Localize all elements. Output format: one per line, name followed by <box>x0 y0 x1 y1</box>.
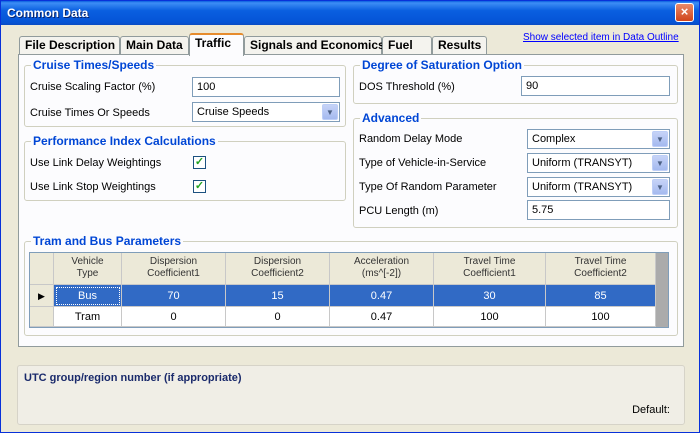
table-cell[interactable]: 15 <box>226 285 330 307</box>
tab-fuel[interactable]: Fuel <box>382 36 432 55</box>
link-stop-label: Use Link Stop Weightings <box>30 181 156 193</box>
dos-option-title: Degree of Saturation Option <box>360 58 525 72</box>
cruise-times-title: Cruise Times/Speeds <box>31 58 157 72</box>
table-cell[interactable]: 85 <box>546 285 656 307</box>
table-cell[interactable]: 100 <box>434 307 546 327</box>
tram-bus-table: Vehicle Type Dispersion Coefficient1 Dispe… <box>29 252 669 328</box>
vehicle-in-service-select[interactable]: Uniform (TRANSYT) ▼ <box>527 153 670 173</box>
advanced-title: Advanced <box>360 111 422 125</box>
row-header-corner <box>30 253 54 285</box>
table-cell[interactable]: 0.47 <box>330 307 434 327</box>
column-header-acceleration[interactable]: Acceleration (ms^[-2]) <box>330 253 434 285</box>
link-delay-label: Use Link Delay Weightings <box>30 157 162 169</box>
window-title: Common Data <box>7 6 89 20</box>
chevron-down-icon[interactable]: ▼ <box>322 104 338 120</box>
check-icon: ✓ <box>194 156 205 168</box>
common-data-window: Common Data × File Description Main Data… <box>0 0 700 433</box>
title-bar[interactable]: Common Data × <box>1 1 699 25</box>
cruise-scaling-label: Cruise Scaling Factor (%) <box>30 81 156 93</box>
link-stop-checkbox[interactable]: ✓ <box>193 180 206 193</box>
dos-threshold-label: DOS Threshold (%) <box>359 81 455 93</box>
column-header-dispersion-coefficient1[interactable]: Dispersion Coefficient1 <box>122 253 226 285</box>
table-cell[interactable]: Tram <box>54 307 122 327</box>
cruise-mode-value: Cruise Speeds <box>197 106 270 118</box>
table-cell[interactable]: 100 <box>546 307 656 327</box>
table-cell[interactable]: 0 <box>226 307 330 327</box>
table-cell[interactable]: 0.47 <box>330 285 434 307</box>
performance-index-title: Performance Index Calculations <box>31 134 218 148</box>
cruise-mode-label: Cruise Times Or Speeds <box>30 107 150 119</box>
chevron-down-icon[interactable]: ▼ <box>652 131 668 147</box>
table-cell[interactable]: 70 <box>122 285 226 307</box>
random-delay-label: Random Delay Mode <box>359 133 463 145</box>
pcu-length-label: PCU Length (m) <box>359 205 439 217</box>
random-parameter-label: Type Of Random Parameter <box>359 181 497 193</box>
column-header-travel-time-coefficient1[interactable]: Travel Time Coefficient1 <box>434 253 546 285</box>
close-icon: × <box>680 4 689 19</box>
vehicle-in-service-label: Type of Vehicle-in-Service <box>359 157 487 169</box>
column-header-vehicle-type[interactable]: Vehicle Type <box>54 253 122 285</box>
random-delay-value: Complex <box>532 133 576 145</box>
pcu-length-input[interactable]: 5.75 <box>527 200 670 220</box>
random-delay-select[interactable]: Complex ▼ <box>527 129 670 149</box>
vehicle-in-service-value: Uniform (TRANSYT) <box>532 157 633 169</box>
table-cell[interactable]: 0 <box>122 307 226 327</box>
tram-bus-title: Tram and Bus Parameters <box>31 234 184 248</box>
row-pointer-icon: ▶ <box>38 291 45 301</box>
dos-threshold-input[interactable]: 90 <box>521 76 670 96</box>
column-header-dispersion-coefficient2[interactable]: Dispersion Coefficient2 <box>226 253 330 285</box>
link-delay-checkbox[interactable]: ✓ <box>193 156 206 169</box>
tab-signals-and-economics[interactable]: Signals and Economics <box>244 36 385 55</box>
row-selector[interactable]: ▶ <box>30 285 54 307</box>
tab-main-data[interactable]: Main Data <box>120 36 189 55</box>
chevron-down-icon[interactable]: ▼ <box>652 155 668 171</box>
row-selector[interactable] <box>30 307 54 327</box>
tab-file-description[interactable]: File Description <box>19 36 120 55</box>
random-parameter-value: Uniform (TRANSYT) <box>532 181 633 193</box>
check-icon: ✓ <box>194 180 205 192</box>
default-label: Default: <box>632 404 670 416</box>
table-cell[interactable]: Bus <box>54 285 122 307</box>
tab-results[interactable]: Results <box>432 36 487 55</box>
tab-traffic[interactable]: Traffic <box>189 33 244 56</box>
utc-group-label: UTC group/region number (if appropriate) <box>24 372 242 384</box>
chevron-down-icon[interactable]: ▼ <box>652 179 668 195</box>
column-header-travel-time-coefficient2[interactable]: Travel Time Coefficient2 <box>546 253 656 285</box>
cruise-mode-select[interactable]: Cruise Speeds ▼ <box>192 102 340 122</box>
cruise-scaling-input[interactable]: 100 <box>192 77 340 97</box>
table-cell[interactable]: 30 <box>434 285 546 307</box>
show-in-data-outline-link[interactable]: Show selected item in Data Outline <box>523 32 679 43</box>
random-parameter-select[interactable]: Uniform (TRANSYT) ▼ <box>527 177 670 197</box>
close-button[interactable]: × <box>675 3 694 22</box>
utc-info-panel: UTC group/region number (if appropriate)… <box>17 365 685 425</box>
